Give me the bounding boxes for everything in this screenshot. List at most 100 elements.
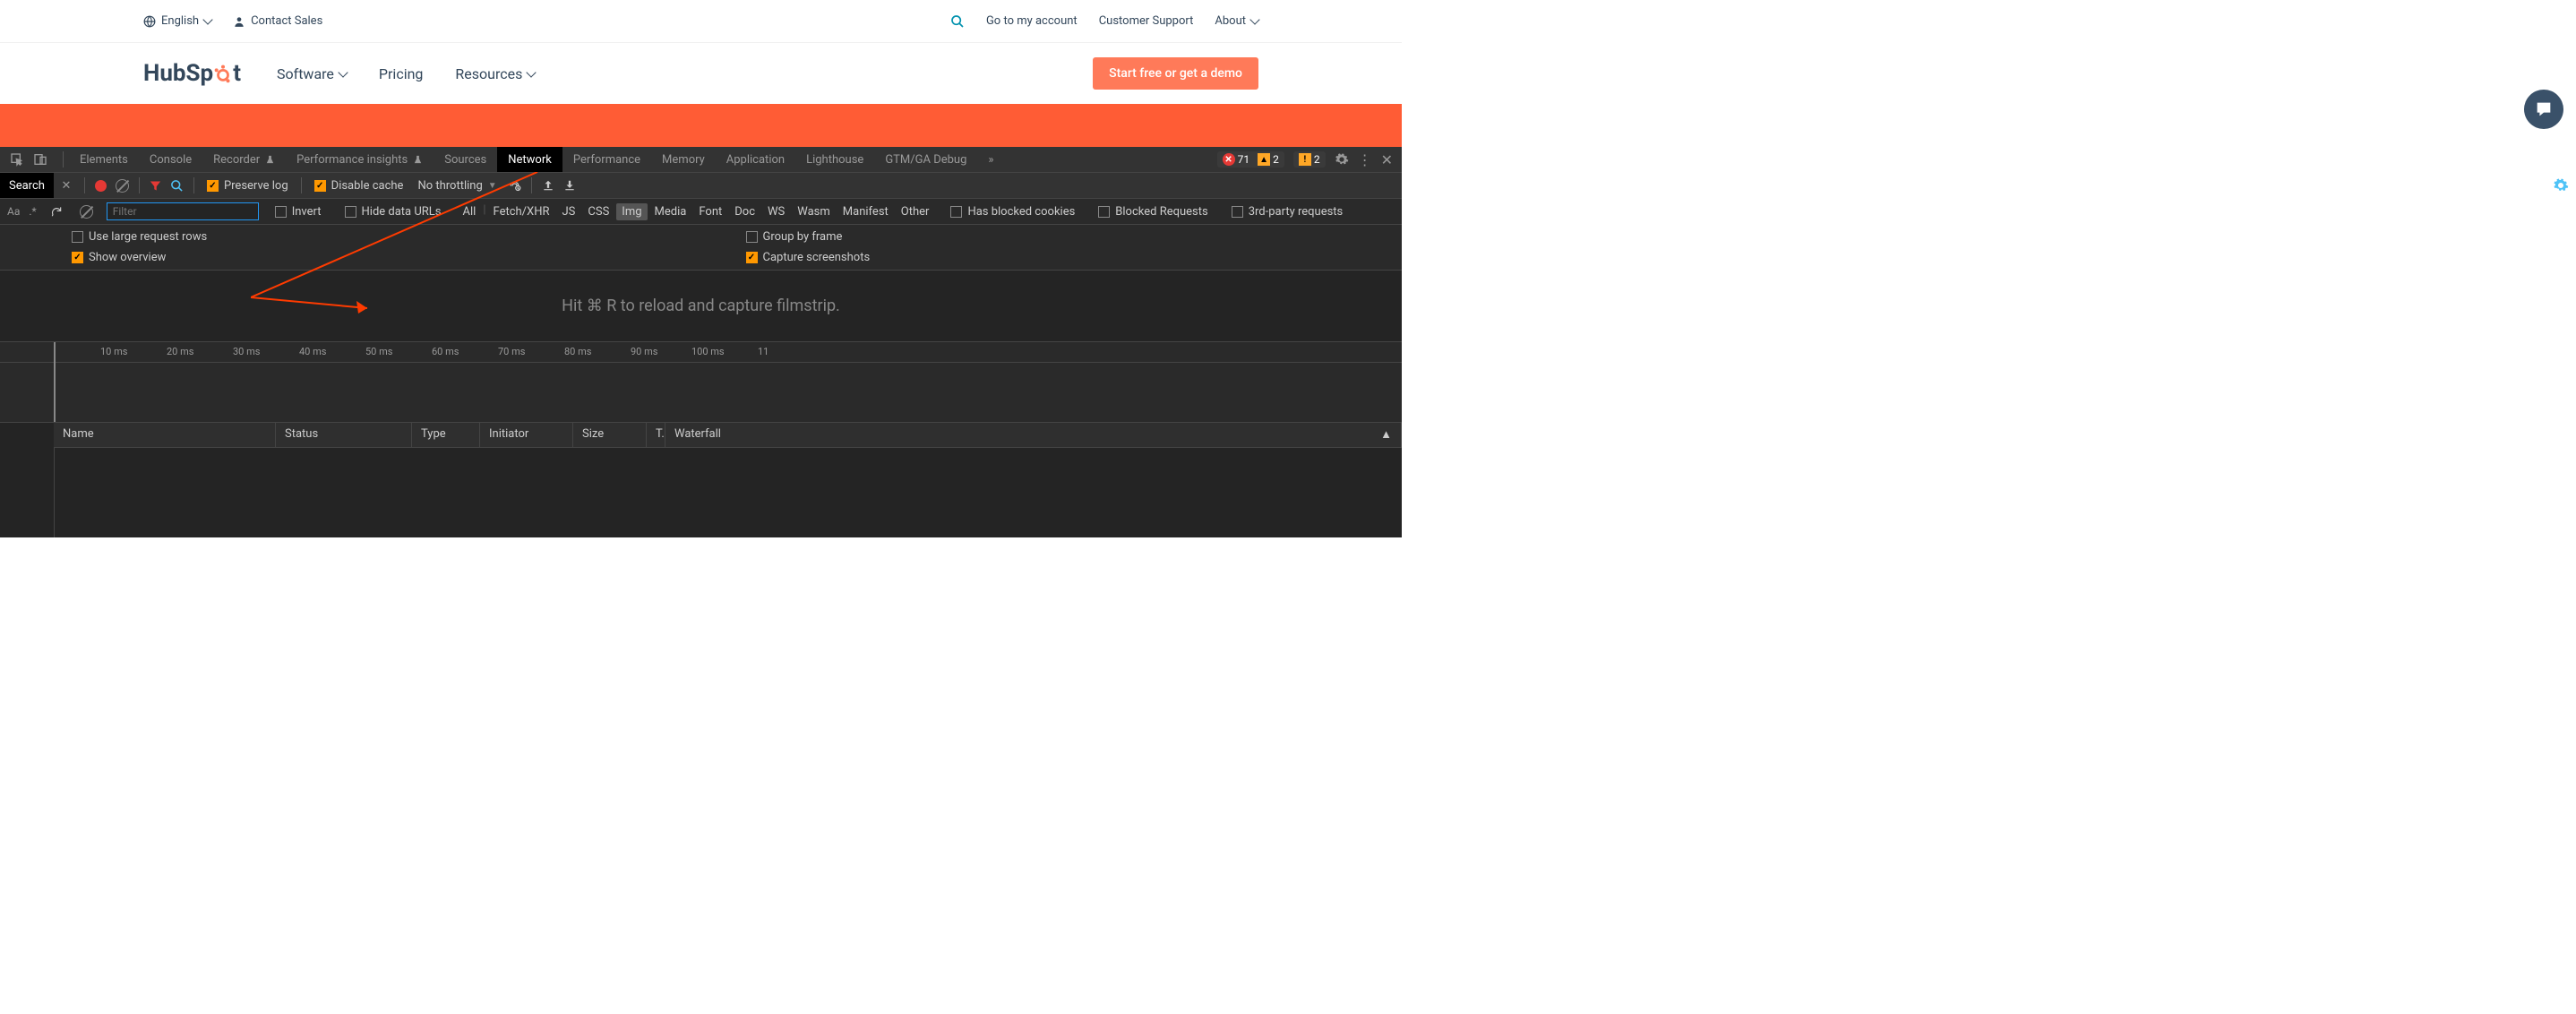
tab-recorder[interactable]: Recorder: [202, 147, 286, 172]
col-initiator[interactable]: Initiator: [480, 423, 573, 447]
upload-har-icon[interactable]: [537, 175, 559, 196]
globe-icon: [143, 15, 156, 28]
my-account-link[interactable]: Go to my account: [986, 14, 1078, 28]
tab-gtm[interactable]: GTM/GA Debug: [874, 147, 977, 172]
language-selector[interactable]: English: [143, 14, 211, 28]
devtools-panel: Elements Console Recorder Performance in…: [0, 147, 1402, 537]
filter-other[interactable]: Other: [896, 203, 935, 220]
tab-perf-insights[interactable]: Performance insights: [286, 147, 434, 172]
tab-sources[interactable]: Sources: [434, 147, 497, 172]
hero-band: [0, 104, 1402, 147]
nav-software[interactable]: Software: [277, 65, 347, 82]
issue-badge[interactable]: !2: [1293, 151, 1326, 168]
overview-timeline[interactable]: 10 ms 20 ms 30 ms 40 ms 50 ms 60 ms 70 m…: [0, 342, 1402, 423]
close-devtools-icon[interactable]: ✕: [1381, 151, 1393, 168]
main-nav: HubSpt Software Pricing Resources Start …: [0, 43, 1402, 104]
about-label: About: [1215, 14, 1246, 28]
type-filter-group: All | Fetch/XHR JS CSS Img Media Font Do…: [458, 203, 935, 220]
error-badge[interactable]: ✕71 ▲2: [1217, 151, 1284, 168]
search-network-icon[interactable]: [167, 175, 188, 196]
large-rows-checkbox[interactable]: Use large request rows: [64, 230, 717, 244]
chevron-down-icon: [202, 14, 212, 24]
col-name[interactable]: Name: [54, 423, 276, 447]
tab-elements[interactable]: Elements: [69, 147, 139, 172]
contact-sales-link[interactable]: Contact Sales: [233, 14, 322, 28]
utility-bar: English Contact Sales Go to my account C…: [0, 0, 1402, 43]
chat-bubble[interactable]: [2524, 90, 2563, 129]
device-toggle-icon[interactable]: [30, 150, 50, 169]
cta-button[interactable]: Start free or get a demo: [1093, 57, 1258, 90]
search-drawer-label: Search: [0, 173, 54, 198]
chevron-down-icon: [527, 67, 537, 77]
filter-toggle-icon[interactable]: [145, 175, 167, 196]
filter-media[interactable]: Media: [649, 203, 692, 220]
search-icon[interactable]: [950, 14, 965, 29]
person-icon: [233, 15, 245, 28]
throttling-select[interactable]: No throttling▼: [410, 179, 503, 193]
filter-js[interactable]: JS: [556, 203, 580, 220]
kebab-menu-icon[interactable]: ⋮: [1358, 151, 1372, 168]
regex-toggle[interactable]: .*: [29, 205, 36, 218]
refresh-search-icon[interactable]: [46, 201, 67, 222]
customer-support-link[interactable]: Customer Support: [1099, 14, 1194, 28]
filter-css[interactable]: CSS: [582, 203, 614, 220]
network-settings-icon[interactable]: [2553, 177, 2569, 193]
inspect-icon[interactable]: [7, 150, 27, 169]
disable-cache-checkbox[interactable]: ✓Disable cache: [307, 179, 411, 193]
network-table-body: [54, 448, 1402, 537]
settings-gear-icon[interactable]: [1335, 152, 1349, 167]
network-options: Use large request rows ✓Show overview Gr…: [0, 225, 1402, 271]
capture-screenshots-checkbox[interactable]: ✓Capture screenshots: [739, 251, 1392, 264]
tab-network[interactable]: Network: [497, 147, 562, 172]
hide-data-urls-checkbox[interactable]: Hide data URLs: [338, 205, 449, 219]
sort-indicator-icon: ▲: [1380, 427, 1392, 443]
download-har-icon[interactable]: [559, 175, 580, 196]
close-search-icon[interactable]: ✕: [54, 179, 79, 193]
filter-input[interactable]: [107, 202, 259, 220]
filter-manifest[interactable]: Manifest: [837, 203, 894, 220]
record-button[interactable]: [90, 175, 112, 196]
timeline-cursor[interactable]: [54, 342, 56, 422]
col-size[interactable]: Size: [573, 423, 647, 447]
filter-wasm[interactable]: Wasm: [792, 203, 836, 220]
filter-doc[interactable]: Doc: [729, 203, 760, 220]
col-type[interactable]: Type: [412, 423, 480, 447]
col-status[interactable]: Status: [276, 423, 412, 447]
nav-resources[interactable]: Resources: [455, 65, 535, 82]
hubspot-logo[interactable]: HubSpt: [143, 60, 241, 87]
clear-button[interactable]: [112, 175, 133, 196]
tab-memory[interactable]: Memory: [651, 147, 716, 172]
group-frame-checkbox[interactable]: Group by frame: [739, 230, 1392, 244]
flask-icon: [265, 155, 275, 165]
filter-font[interactable]: Font: [693, 203, 727, 220]
tab-console[interactable]: Console: [139, 147, 202, 172]
chevron-down-icon: [338, 67, 348, 77]
show-overview-checkbox[interactable]: ✓Show overview: [64, 251, 717, 264]
about-menu[interactable]: About: [1215, 14, 1258, 28]
blocked-cookies-checkbox[interactable]: Has blocked cookies: [943, 205, 1082, 219]
third-party-checkbox[interactable]: 3rd-party requests: [1224, 205, 1351, 219]
flask-icon: [413, 155, 423, 165]
col-time[interactable]: T.: [647, 423, 665, 447]
tab-performance[interactable]: Performance: [562, 147, 651, 172]
network-conditions-icon[interactable]: [504, 175, 526, 196]
clear-search-icon[interactable]: [76, 201, 98, 222]
tabs-overflow[interactable]: »: [977, 147, 1004, 172]
filter-fetch[interactable]: Fetch/XHR: [488, 203, 555, 220]
match-case-toggle[interactable]: Aa: [7, 205, 20, 218]
network-toolbar: Search ✕ ✓Preserve log ✓Disable cache No…: [0, 173, 1402, 199]
nav-pricing[interactable]: Pricing: [379, 65, 424, 82]
preserve-log-checkbox[interactable]: ✓Preserve log: [200, 179, 296, 193]
filter-all[interactable]: All: [458, 203, 482, 220]
logo-sprocket-icon: [213, 64, 233, 83]
col-waterfall[interactable]: Waterfall▲: [665, 423, 1402, 447]
filter-bar: Aa .* Invert Hide data URLs All | Fetch/…: [0, 199, 1402, 225]
invert-checkbox[interactable]: Invert: [268, 205, 329, 219]
tab-application[interactable]: Application: [716, 147, 795, 172]
tab-lighthouse[interactable]: Lighthouse: [795, 147, 874, 172]
network-table-header: Name Status Type Initiator Size T. Water…: [54, 423, 1402, 448]
contact-sales-label: Contact Sales: [251, 14, 322, 28]
filter-ws[interactable]: WS: [762, 203, 790, 220]
blocked-requests-checkbox[interactable]: Blocked Requests: [1091, 205, 1215, 219]
filter-img[interactable]: Img: [616, 203, 647, 220]
